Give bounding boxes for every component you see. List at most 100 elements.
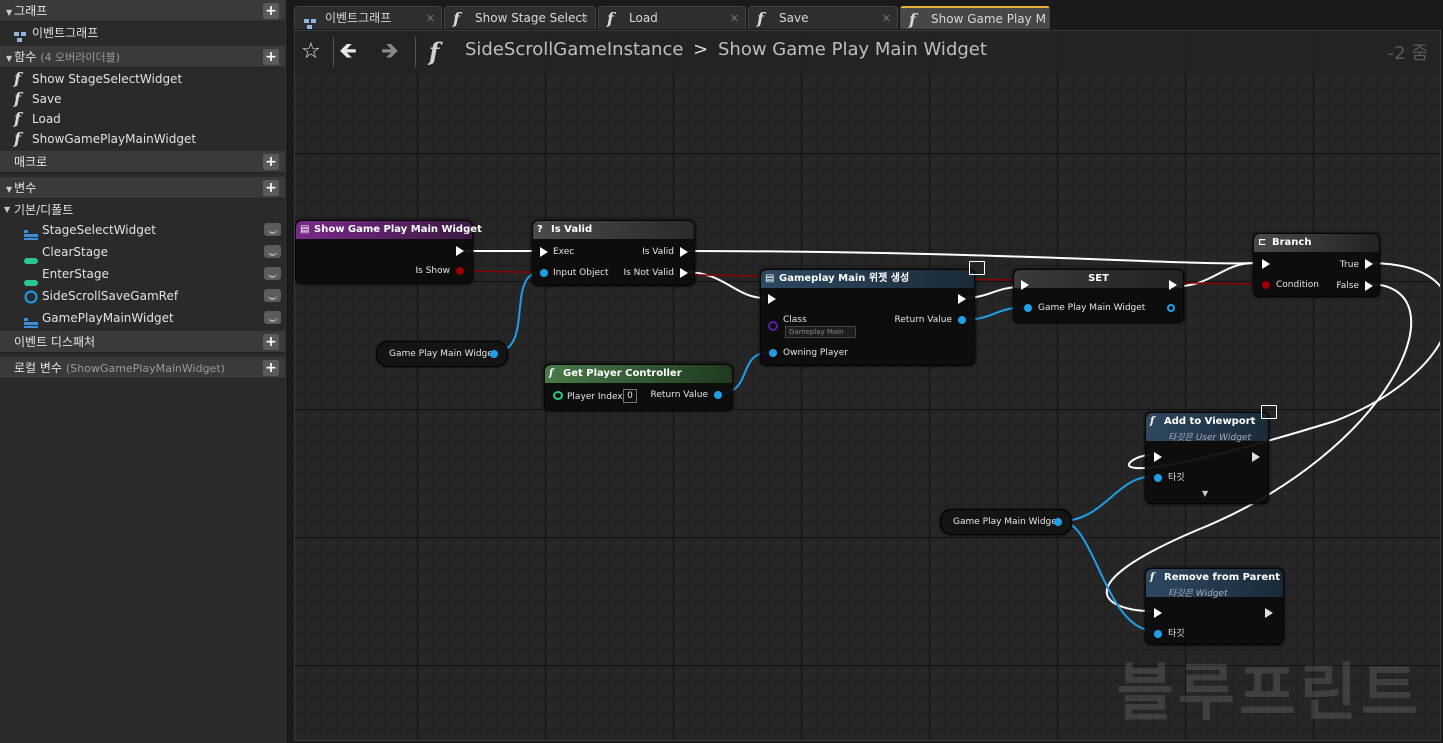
tab-save[interactable]: f Save ✕	[748, 6, 898, 29]
exec-in-pin[interactable]	[768, 294, 776, 304]
exec-out-pin[interactable]	[456, 246, 464, 256]
collapse-arrow-icon[interactable]: ▼	[6, 185, 12, 194]
variables-category[interactable]: ▼ 변수 +	[0, 177, 285, 199]
exec-out-pin[interactable]	[1252, 452, 1260, 462]
create-widget-node[interactable]: ▤ Gameplay Main 위젯 생성 Class Gameplay Main…	[760, 269, 975, 366]
add-graph-button[interactable]: +	[263, 3, 279, 19]
function-icon: f	[549, 368, 554, 379]
exec-out-pin[interactable]	[1265, 608, 1273, 618]
macros-category[interactable]: 매크로 +	[0, 151, 285, 173]
visibility-eye-icon[interactable]	[264, 267, 281, 280]
exec-in-pin[interactable]	[1021, 280, 1029, 290]
function-item[interactable]: f ShowGamePlayMainWidget	[0, 129, 285, 149]
variable-label: EnterStage	[42, 267, 109, 281]
expand-arrow-icon[interactable]: ▼	[1202, 489, 1208, 498]
exec-out-pin[interactable]	[1365, 281, 1373, 291]
node-header: ? Is Valid	[533, 221, 694, 239]
tab-show-stage-select[interactable]: f Show Stage Select ✕	[444, 6, 596, 29]
visibility-eye-icon[interactable]	[264, 223, 281, 236]
add-function-button[interactable]: +	[263, 49, 279, 65]
exec-out-pin[interactable]	[1169, 280, 1177, 290]
function-icon: f	[14, 89, 21, 108]
add-dispatcher-button[interactable]: +	[263, 334, 279, 350]
object-pin[interactable]	[958, 316, 966, 324]
is-valid-node[interactable]: ? Is Valid Exec Is Valid Input Object Is …	[532, 220, 695, 286]
variable-getter-node[interactable]: Game Play Main Widget	[940, 509, 1072, 535]
get-player-controller-node[interactable]: f Get Player Controller Player Index 0 Re…	[544, 364, 733, 411]
variable-getter-node[interactable]: Game Play Main Widget	[376, 341, 508, 367]
exec-out-pin[interactable]	[680, 247, 688, 257]
exec-out-pin[interactable]	[958, 294, 966, 304]
visibility-eye-icon[interactable]	[264, 289, 281, 302]
graphs-category[interactable]: ▼ 그래프 +	[0, 0, 285, 22]
object-pin[interactable]	[490, 350, 498, 358]
pin-label: Is Valid	[642, 247, 674, 257]
event-graph-item[interactable]: 이벤트그래프	[0, 23, 285, 43]
visibility-eye-icon[interactable]	[264, 311, 281, 324]
object-pin[interactable]	[1054, 518, 1062, 526]
macros-header: 매크로	[14, 155, 48, 169]
exec-out-pin[interactable]	[1365, 259, 1373, 269]
variable-item[interactable]: GamePlayMainWidget	[0, 307, 285, 329]
function-item[interactable]: f Save	[0, 89, 285, 109]
exec-out-pin[interactable]	[680, 268, 688, 278]
variable-item[interactable]: SideScrollSaveGamRef	[0, 285, 285, 307]
variable-label: SideScrollSaveGamRef	[42, 289, 179, 303]
add-local-variable-button[interactable]: +	[263, 360, 279, 376]
tab-show-game-play-main[interactable]: f Show Game Play M	[900, 6, 1050, 29]
pin-label: False	[1336, 281, 1359, 291]
variable-item[interactable]: StageSelectWidget	[0, 219, 285, 241]
function-icon: f	[607, 9, 614, 28]
function-item[interactable]: f Load	[0, 109, 285, 129]
visibility-eye-icon[interactable]	[264, 245, 281, 258]
branch-node[interactable]: ⊏ Branch True Condition False	[1253, 233, 1380, 297]
variable-item[interactable]: EnterStage	[0, 263, 285, 286]
collapse-arrow-icon[interactable]: ▼	[6, 54, 12, 63]
player-index-input[interactable]: 0	[623, 389, 637, 403]
object-pin[interactable]	[769, 349, 777, 357]
bool-pin[interactable]	[456, 267, 464, 275]
functions-category[interactable]: ▼ 함수 (4 오버라이더블) +	[0, 46, 285, 68]
function-item[interactable]: f Show StageSelectWidget	[0, 69, 285, 89]
exec-in-pin[interactable]	[540, 247, 548, 257]
exec-in-pin[interactable]	[1154, 608, 1162, 618]
add-variable-button[interactable]: +	[263, 180, 279, 196]
object-pin[interactable]	[714, 391, 722, 399]
function-icon: f	[14, 109, 21, 128]
object-pin[interactable]	[540, 269, 548, 277]
bool-pin[interactable]	[1262, 281, 1270, 289]
close-icon[interactable]: ✕	[730, 7, 739, 29]
graph-canvas[interactable]: ☆ 🡸 🡺 f SideScrollGameInstance > Show Ga…	[294, 30, 1441, 741]
close-icon[interactable]: ✕	[580, 7, 589, 29]
tab-label: Load	[629, 11, 658, 25]
collapse-arrow-icon[interactable]: ▼	[4, 200, 10, 220]
collapse-arrow-icon[interactable]: ▼	[6, 8, 12, 17]
dispatchers-header: 이벤트 디스패처	[14, 335, 96, 349]
variable-label: GamePlayMainWidget	[42, 311, 174, 325]
close-icon[interactable]: ✕	[426, 7, 435, 29]
exec-in-pin[interactable]	[1262, 259, 1270, 269]
set-variable-node[interactable]: SET Game Play Main Widget	[1013, 269, 1184, 323]
close-icon[interactable]: ✕	[882, 7, 891, 29]
my-blueprint-panel: ▼ 그래프 + 이벤트그래프 ▼ 함수 (4 오버라이더블) + f Show Stag…	[0, 0, 288, 743]
integer-pin[interactable]	[553, 391, 563, 400]
class-pin[interactable]	[768, 321, 778, 331]
defaults-subcategory[interactable]: ▼ 기본/디폴트	[0, 200, 285, 220]
pin-label: Player Index	[567, 392, 623, 402]
add-macro-button[interactable]: +	[263, 154, 279, 170]
exec-in-pin[interactable]	[1154, 452, 1162, 462]
object-pin[interactable]	[1154, 630, 1162, 638]
local-variables-category[interactable]: 로컬 변수 (ShowGamePlayMainWidget) +	[0, 357, 285, 379]
remove-from-parent-node[interactable]: f Remove from Parent 타깃은 Widget 타깃	[1145, 568, 1284, 645]
object-out-pin[interactable]	[1167, 304, 1175, 312]
tab-load[interactable]: f Load ✕	[598, 6, 746, 29]
class-dropdown[interactable]: Gameplay Main	[785, 326, 856, 338]
object-pin[interactable]	[1154, 474, 1162, 482]
tab-event-graph[interactable]: 이벤트그래프 ✕	[294, 6, 442, 29]
variable-getter-label: Game Play Main Widget	[953, 517, 1061, 527]
function-entry-node[interactable]: ▤ Show Game Play Main Widget Is Show	[295, 220, 482, 284]
variable-item[interactable]: ClearStage	[0, 241, 285, 264]
add-to-viewport-node[interactable]: f Add to Viewport 타깃은 User Widget 타깃 ▼	[1145, 412, 1269, 504]
object-pin[interactable]	[1024, 304, 1032, 312]
dispatchers-category[interactable]: 이벤트 디스패처 +	[0, 331, 285, 353]
